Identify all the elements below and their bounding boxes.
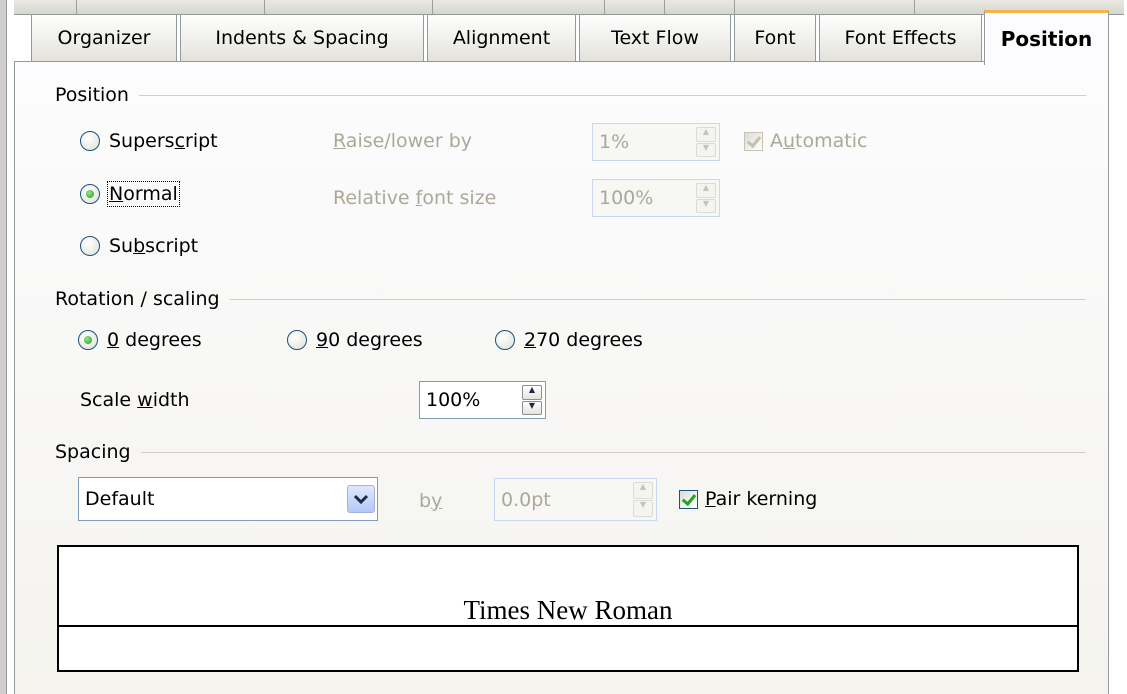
font-preview: Times New Roman	[57, 545, 1079, 672]
spacing-by-spinner[interactable]: 0.0pt ▲ ▼	[494, 478, 657, 521]
checkbox-indicator	[679, 489, 698, 509]
spin-up-icon[interactable]: ▲	[633, 482, 653, 499]
automatic-checkbox[interactable]: Automatic	[744, 128, 867, 154]
spin-down-icon[interactable]: ▼	[633, 500, 653, 517]
radio-indicator	[80, 131, 100, 151]
radio-indicator	[495, 330, 515, 350]
spacing-section-header: Spacing	[55, 441, 1086, 463]
radio-indicator-selected	[78, 330, 98, 350]
chevron-down-icon[interactable]	[347, 485, 375, 513]
raise-lower-spinner[interactable]: 1% ▲ ▼	[592, 123, 720, 161]
raise-lower-label: Raise/lower by	[333, 130, 472, 152]
rotation-90-degrees-radio[interactable]: 90 degrees	[287, 327, 423, 353]
relative-font-size-label: Relative font size	[333, 187, 497, 209]
tab-position[interactable]: Position	[984, 10, 1109, 65]
radio-indicator	[287, 330, 307, 350]
tab-alignment[interactable]: Alignment	[427, 14, 576, 61]
scale-width-label: Scale width	[80, 389, 190, 411]
tab-font[interactable]: Font	[734, 14, 816, 61]
scale-width-spinner[interactable]: 100% ▲ ▼	[419, 381, 546, 419]
tab-organizer[interactable]: Organizer	[31, 14, 177, 61]
checkbox-indicator	[744, 131, 763, 151]
pair-kerning-checkbox[interactable]: Pair kerning	[679, 486, 817, 512]
rotation-section-header: Rotation / scaling	[55, 288, 1086, 310]
subscript-radio[interactable]: Subscript	[80, 233, 198, 259]
spin-up-icon[interactable]: ▲	[696, 183, 716, 198]
radio-indicator-selected	[80, 184, 100, 204]
window-edge	[0, 0, 7, 694]
rotation-270-degrees-radio[interactable]: 270 degrees	[495, 327, 643, 353]
relative-font-size-spinner[interactable]: 100% ▲ ▼	[592, 179, 720, 217]
spin-down-icon[interactable]: ▼	[696, 198, 716, 213]
spin-up-icon[interactable]: ▲	[696, 127, 716, 142]
spin-down-icon[interactable]: ▼	[696, 142, 716, 157]
position-section-header: Position	[55, 84, 1086, 106]
tab-indents-spacing[interactable]: Indents & Spacing	[180, 14, 424, 61]
by-label: by	[419, 490, 443, 512]
radio-indicator	[80, 236, 100, 256]
normal-radio[interactable]: Normal	[80, 181, 180, 207]
superscript-radio[interactable]: Superscript	[80, 128, 218, 154]
preview-text: Times New Roman	[460, 595, 676, 625]
spin-down-icon[interactable]: ▼	[522, 400, 542, 415]
spin-up-icon[interactable]: ▲	[522, 385, 542, 400]
spacing-select[interactable]: Default	[78, 477, 378, 521]
tab-font-effects[interactable]: Font Effects	[819, 14, 982, 61]
tab-text-flow[interactable]: Text Flow	[579, 14, 731, 61]
tab-row-back	[14, 0, 1124, 15]
rotation-0-degrees-radio[interactable]: 0 degrees	[78, 327, 202, 353]
